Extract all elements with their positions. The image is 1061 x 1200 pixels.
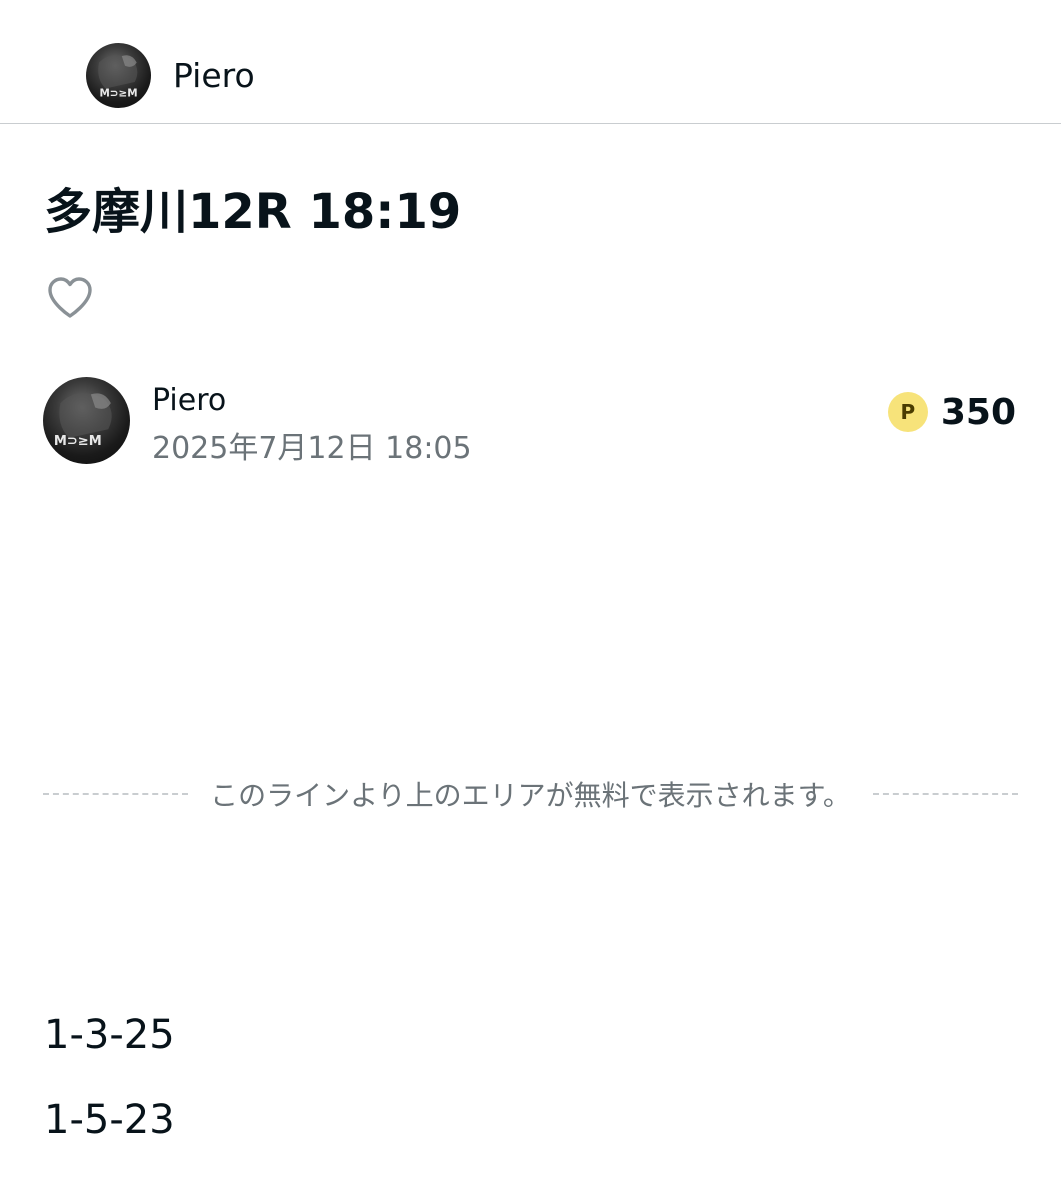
article-title: 多摩川12R 18:19 [44,184,462,240]
author-name-link[interactable]: Piero [152,382,226,420]
top-header: M⊃≥M Piero [0,0,1061,124]
heart-outline-icon [48,277,92,318]
body-text-line: 1-5-23 [44,1097,175,1143]
creator-name-link[interactable]: Piero [173,56,255,96]
body-text-line: 1-3-25 [44,1012,175,1058]
point-icon: P [887,392,928,432]
avatar-image: M⊃≥M [98,55,138,99]
dashed-line-left [43,793,189,795]
paywall-divider: このラインより上のエリアが無料で表示されます。 [43,776,1018,812]
author-avatar[interactable]: M⊃≥M [43,377,130,464]
creator-avatar[interactable]: M⊃≥M [86,43,151,108]
svg-text:M⊃≥M: M⊃≥M [54,434,102,449]
avatar-image: M⊃≥M [54,393,112,449]
price-display: P 350 [887,390,1016,434]
paywall-notice: このラインより上のエリアが無料で表示されます。 [210,779,851,812]
svg-text:M⊃≥M: M⊃≥M [99,87,137,99]
like-button[interactable] [46,276,94,320]
dashed-line-right [872,793,1018,795]
price-value: 350 [940,391,1016,433]
publish-date: 2025年7月12日 18:05 [152,431,472,466]
